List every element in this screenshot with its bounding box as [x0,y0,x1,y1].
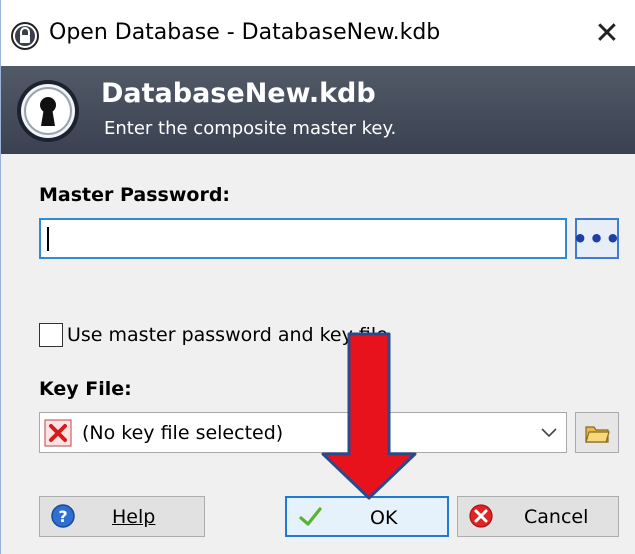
text-caret [47,227,49,251]
use-password-and-keyfile-label: Use master password and key file [67,324,388,346]
question-icon: ? [51,504,75,528]
ok-button[interactable]: OK [285,496,449,537]
chevron-down-icon [541,428,557,438]
red-x-icon [44,419,72,447]
key-file-label: Key File: [39,378,132,400]
key-file-selected: (No key file selected) [82,422,284,444]
checkmark-icon [299,507,322,526]
reveal-password-button[interactable]: ••• [572,218,622,259]
browse-key-file-button[interactable] [575,412,619,453]
dots-icon: ••• [572,224,622,253]
title-bar: Open Database - DatabaseNew.kdb ✕ [1,0,635,66]
banner-title: DatabaseNew.kdb [101,78,376,109]
folder-icon [585,425,610,443]
master-password-input[interactable] [39,218,567,259]
keyhole-icon [17,80,79,142]
help-label: Help [112,506,156,528]
banner-subtitle: Enter the composite master key. [104,118,397,139]
cancel-icon [469,504,493,528]
open-database-dialog: Open Database - DatabaseNew.kdb ✕ Databa… [0,0,635,554]
close-icon[interactable]: ✕ [578,8,635,58]
lock-icon [11,22,39,50]
help-button[interactable]: ? Help [39,496,205,537]
key-file-dropdown[interactable]: (No key file selected) [39,412,567,453]
header-banner: DatabaseNew.kdb Enter the composite mast… [1,66,635,154]
use-password-and-keyfile-checkbox[interactable] [39,323,63,347]
window-title: Open Database - DatabaseNew.kdb [49,20,441,45]
master-password-label: Master Password: [39,184,231,206]
svg-text:?: ? [58,507,67,526]
ok-label: OK [370,507,398,529]
cancel-button[interactable]: Cancel [457,496,619,537]
cancel-label: Cancel [524,506,589,528]
use-password-and-keyfile-option[interactable]: Use master password and key file [39,322,388,348]
